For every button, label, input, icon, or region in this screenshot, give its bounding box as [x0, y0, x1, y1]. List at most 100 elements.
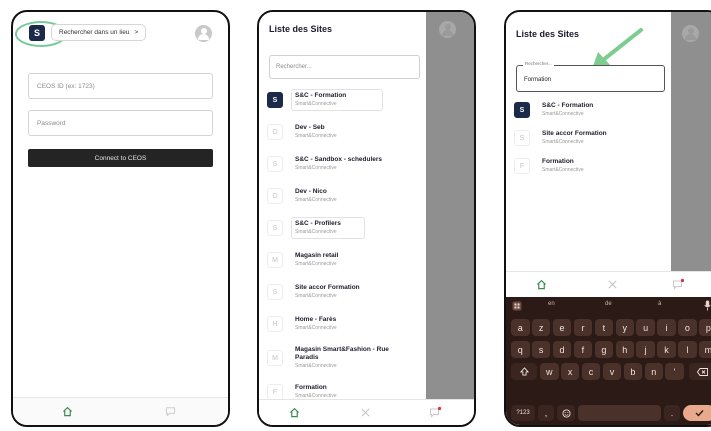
letter-key[interactable]: v: [602, 363, 622, 380]
backspace-icon: [697, 367, 708, 376]
letter-key[interactable]: ': [665, 363, 684, 380]
site-list-item[interactable]: M Magasin Smart&Fashion - Rue Paradis Sm…: [267, 344, 425, 376]
letter-key[interactable]: e: [552, 319, 572, 336]
avatar-icon: [682, 25, 699, 42]
site-selector-label: Rechercher dans un lieu: [59, 29, 130, 36]
letter-key[interactable]: c: [581, 363, 601, 380]
chat-notification-icon[interactable]: [672, 278, 685, 290]
letter-key[interactable]: h: [615, 341, 634, 358]
letter-key[interactable]: t: [594, 319, 614, 336]
letter-key[interactable]: f: [573, 341, 593, 358]
letter-key[interactable]: x: [560, 363, 580, 380]
site-search-input[interactable]: Rechercher... Formation: [516, 61, 665, 92]
search-placeholder: Rechercher...: [276, 64, 312, 70]
letter-key[interactable]: b: [623, 363, 643, 380]
numbers-key[interactable]: ?123: [511, 405, 535, 421]
site-name: S&C - Formation: [542, 102, 594, 109]
letter-key[interactable]: q: [511, 341, 530, 358]
chevron-right-icon: >: [134, 29, 139, 36]
site-name: Dev - Seb: [295, 124, 325, 131]
cross-tools-icon[interactable]: [607, 279, 618, 290]
letter-key[interactable]: y: [615, 319, 634, 336]
site-letter-icon: S: [267, 92, 283, 108]
drawer-backdrop[interactable]: [671, 12, 711, 297]
site-letter-icon: S: [514, 130, 530, 146]
avatar-icon[interactable]: [195, 25, 212, 42]
site-name: Formation: [542, 158, 574, 165]
suggestion[interactable]: à: [658, 301, 661, 307]
drawer-backdrop[interactable]: [426, 12, 474, 425]
letter-key[interactable]: g: [594, 341, 614, 358]
site-list-item[interactable]: F Formation Smart&Connective: [514, 156, 672, 180]
letter-key[interactable]: d: [552, 341, 572, 358]
shift-key[interactable]: [511, 363, 537, 380]
site-selector-button[interactable]: Rechercher dans un lieu >: [51, 24, 147, 41]
bottom-nav: [506, 271, 711, 297]
connect-button[interactable]: Connect to CEOS: [28, 149, 213, 167]
letter-key[interactable]: a: [511, 319, 530, 336]
site-list-item[interactable]: M Magasin retail Smart&Connective: [267, 250, 425, 274]
letter-key[interactable]: u: [636, 319, 655, 336]
check-icon: [695, 410, 704, 417]
site-org: Smart&Connective: [295, 229, 337, 235]
period-key[interactable]: .: [664, 405, 680, 421]
letter-key[interactable]: s: [531, 341, 551, 358]
site-list-item[interactable]: S S&C - Formation Smart&Connective: [267, 89, 425, 114]
suggestion[interactable]: de: [605, 301, 612, 307]
ceos-id-field[interactable]: CEOS ID (ex: 1723): [28, 73, 213, 99]
enter-key[interactable]: [683, 405, 711, 421]
letter-key[interactable]: l: [678, 341, 697, 358]
letter-key[interactable]: j: [636, 341, 655, 358]
letter-key[interactable]: z: [531, 319, 551, 336]
microphone-icon[interactable]: [704, 300, 711, 311]
letter-key[interactable]: w: [540, 363, 559, 380]
phone-site-list-screen: Liste des Sites Rechercher... S S&C - Fo…: [257, 10, 476, 427]
letter-key[interactable]: o: [678, 319, 697, 336]
letter-key[interactable]: p: [699, 319, 711, 336]
drawer-title: Liste des Sites: [269, 24, 333, 34]
site-list-item[interactable]: S S&C - Profilers Smart&Connective: [267, 217, 425, 242]
site-name: Site accor Formation: [542, 130, 607, 137]
space-key[interactable]: [578, 405, 661, 421]
site-org: Smart&Connective: [542, 139, 584, 145]
site-list-item[interactable]: H Home - Farès Smart&Connective: [267, 314, 425, 338]
site-name: Site accor Formation: [295, 284, 360, 291]
site-letter-icon: F: [267, 384, 283, 400]
emoji-grid-icon[interactable]: [512, 301, 522, 311]
suggestion[interactable]: en: [548, 301, 555, 307]
letter-key[interactable]: m: [699, 341, 711, 358]
site-name: Dev - Nico: [295, 188, 327, 195]
site-list-item[interactable]: S S&C - Formation Smart&Connective: [514, 100, 672, 124]
site-list-item[interactable]: S Site accor Formation Smart&Connective: [514, 128, 672, 152]
site-search-input[interactable]: Rechercher...: [269, 55, 420, 79]
site-list-item[interactable]: S S&C - Sandbox - schedulers Smart&Conne…: [267, 154, 425, 178]
smiley-icon: [561, 408, 571, 418]
comma-key[interactable]: ,: [538, 405, 554, 421]
home-icon[interactable]: [289, 407, 300, 418]
letter-key[interactable]: n: [644, 363, 663, 380]
cross-tools-icon[interactable]: [360, 407, 371, 418]
site-list-item[interactable]: D Dev - Nico Smart&Connective: [267, 186, 425, 210]
password-field[interactable]: Password: [28, 110, 213, 136]
site-name: Home - Farès: [295, 316, 337, 323]
site-org: Smart&Connective: [295, 101, 337, 107]
home-icon[interactable]: [62, 406, 73, 417]
backspace-key[interactable]: [689, 363, 711, 380]
site-list-item[interactable]: D Dev - Seb Smart&Connective: [267, 122, 425, 146]
site-list-item[interactable]: S Site accor Formation Smart&Connective: [267, 282, 425, 306]
letter-key[interactable]: i: [657, 319, 676, 336]
home-icon[interactable]: [536, 279, 547, 290]
search-floating-label: Rechercher...: [523, 61, 554, 66]
site-org: Smart&Connective: [295, 133, 337, 139]
chat-notification-icon[interactable]: [429, 406, 442, 418]
emoji-key[interactable]: [557, 405, 575, 421]
site-letter-icon: S: [514, 102, 530, 118]
letter-key[interactable]: k: [657, 341, 676, 358]
site-name: Magasin Smart&Fashion - Rue: [295, 346, 389, 353]
site-letter-icon: S: [267, 284, 283, 300]
letter-key[interactable]: r: [573, 319, 593, 336]
chat-icon[interactable]: [165, 406, 176, 417]
site-letter-icon: D: [267, 124, 283, 140]
ceos-id-placeholder: CEOS ID (ex: 1723): [37, 82, 95, 90]
site-letter-icon: M: [267, 252, 283, 268]
